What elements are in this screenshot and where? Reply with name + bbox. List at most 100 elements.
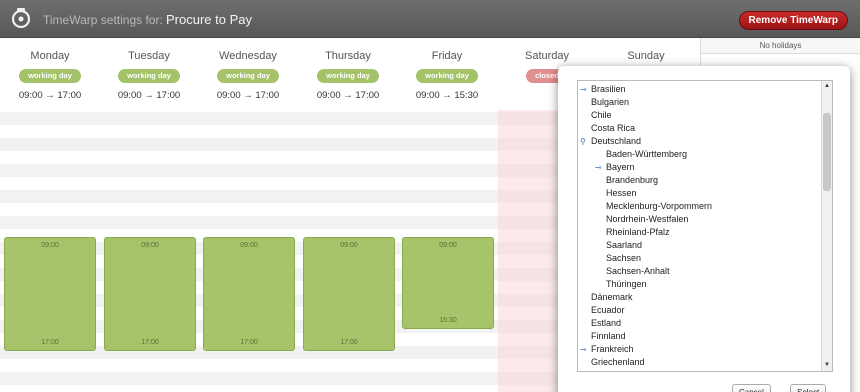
country-list-item[interactable]: Saarland — [578, 239, 712, 252]
day-name: Wednesday — [219, 50, 277, 62]
timewarp-clock-icon — [11, 8, 31, 29]
country-label: Deutschland — [591, 136, 642, 146]
scroll-thumb[interactable] — [823, 113, 831, 191]
country-list-item[interactable]: Mecklenburg-Vorpommern — [578, 200, 712, 213]
country-list-item[interactable]: Costa Rica — [578, 122, 712, 135]
country-list-item[interactable]: ⊸ Frankreich — [578, 343, 712, 356]
country-label: Nordrhein-Westfalen — [606, 214, 689, 224]
working-day-toggle[interactable]: working day — [317, 69, 379, 83]
expand-toggle-icon[interactable]: ⚲ — [580, 135, 586, 148]
country-label: Sachsen-Anhalt — [606, 266, 670, 276]
opening-hours: 09:00 → 17:00 — [117, 90, 181, 101]
country-label: Hessen — [606, 188, 637, 198]
hours-block-thursday[interactable]: 09:00 17:00 — [303, 237, 395, 351]
country-label: Chile — [591, 110, 612, 120]
list-scrollbar[interactable]: ▲ ▼ — [821, 81, 832, 371]
country-label: Ecuador — [591, 305, 625, 315]
day-name: Friday — [431, 50, 463, 62]
block-start-time: 09:00 — [240, 242, 258, 249]
country-list-item[interactable]: Sachsen-Anhalt — [578, 265, 712, 278]
process-title: Procure to Pay — [166, 12, 252, 27]
day-name: Thursday — [325, 50, 371, 62]
country-list-item[interactable]: Dänemark — [578, 291, 712, 304]
block-start-time: 09:00 — [141, 242, 159, 249]
working-day-toggle[interactable]: working day — [118, 69, 180, 83]
holiday-country-dialog: ⊸ Brasilien Bulgarien Chile Costa Rica ⚲ Deuts… — [558, 66, 850, 392]
settings-for-label: TimeWarp settings for: — [43, 13, 163, 27]
day-column-sunday: Sunday — [596, 38, 696, 62]
day-name: Saturday — [524, 50, 570, 62]
working-day-toggle[interactable]: working day — [19, 69, 81, 83]
expand-toggle-icon[interactable]: ⊸ — [580, 343, 587, 356]
country-list-item[interactable]: Finnland — [578, 330, 712, 343]
block-end-time: 17:00 — [141, 339, 159, 346]
country-list-item[interactable]: ⊸ Brasilien — [578, 83, 712, 96]
country-list-item[interactable]: Bulgarien — [578, 96, 712, 109]
hours-block-wednesday[interactable]: 09:00 17:00 — [203, 237, 295, 351]
country-label: Frankreich — [591, 344, 634, 354]
country-list-item[interactable]: Brandenburg — [578, 174, 712, 187]
hours-block-friday[interactable]: 09:00 15:30 — [402, 237, 494, 329]
country-list-item[interactable]: Baden-Württemberg — [578, 148, 712, 161]
block-end-time: 17:00 — [340, 339, 358, 346]
block-start-time: 09:00 — [439, 242, 457, 249]
country-list-item[interactable]: Nordrhein-Westfalen — [578, 213, 712, 226]
cancel-button[interactable]: Cancel — [732, 384, 771, 392]
day-column-friday: Friday working day 09:00 → 15:30 — [397, 38, 497, 101]
no-holidays-label: No holidays — [701, 38, 860, 54]
scroll-down-icon[interactable]: ▼ — [822, 360, 832, 371]
country-list-item[interactable]: Chile — [578, 109, 712, 122]
country-label: Griechenland — [591, 357, 645, 367]
country-label: Brandenburg — [606, 175, 659, 185]
day-column-thursday: Thursday working day 09:00 → 17:00 — [298, 38, 398, 101]
block-start-time: 09:00 — [41, 242, 59, 249]
country-label: Baden-Württemberg — [606, 149, 688, 159]
country-list-item[interactable]: Griechenland — [578, 356, 712, 369]
day-column-tuesday: Tuesday working day 09:00 → 17:00 — [99, 38, 199, 101]
opening-hours: 09:00 → 17:00 — [216, 90, 280, 101]
country-items: ⊸ Brasilien Bulgarien Chile Costa Rica ⚲ Deuts… — [578, 81, 712, 369]
country-list-item[interactable]: ⊸ Bayern — [578, 161, 712, 174]
working-day-toggle[interactable]: working day — [217, 69, 279, 83]
country-list-item[interactable]: ⚲ Deutschland — [578, 135, 712, 148]
day-column-wednesday: Wednesday working day 09:00 → 17:00 — [198, 38, 298, 101]
block-end-time: 17:00 — [240, 339, 258, 346]
country-label: Thüringen — [606, 279, 647, 289]
country-list-item[interactable]: Ecuador — [578, 304, 712, 317]
country-list-item[interactable]: Thüringen — [578, 278, 712, 291]
opening-hours: 09:00 → 15:30 — [415, 90, 479, 101]
country-label: Dänemark — [591, 292, 633, 302]
hours-block-monday[interactable]: 09:00 17:00 — [4, 237, 96, 351]
country-label: Bayern — [606, 162, 635, 172]
country-tree-list[interactable]: ⊸ Brasilien Bulgarien Chile Costa Rica ⚲ Deuts… — [577, 80, 833, 372]
country-list-item[interactable]: Hessen — [578, 187, 712, 200]
expand-toggle-icon[interactable]: ⊸ — [595, 161, 602, 174]
block-end-time: 15:30 — [439, 317, 457, 324]
country-list-item[interactable]: Rheinland-Pfalz — [578, 226, 712, 239]
country-label: Brasilien — [591, 84, 626, 94]
opening-hours: 09:00 → 17:00 — [316, 90, 380, 101]
country-list-item[interactable]: Sachsen — [578, 252, 712, 265]
expand-toggle-icon[interactable]: ⊸ — [580, 83, 587, 96]
hours-block-tuesday[interactable]: 09:00 17:00 — [104, 237, 196, 351]
weekend-shade — [498, 110, 560, 392]
day-name: Tuesday — [128, 50, 170, 62]
country-label: Costa Rica — [591, 123, 636, 133]
day-name: Sunday — [627, 50, 665, 62]
day-name: Monday — [30, 50, 70, 62]
block-start-time: 09:00 — [340, 242, 358, 249]
working-day-toggle[interactable]: working day — [416, 69, 478, 83]
country-label: Finnland — [591, 331, 626, 341]
remove-timewarp-button[interactable]: Remove TimeWarp — [738, 11, 848, 30]
country-label: Bulgarien — [591, 97, 630, 107]
country-list-item[interactable]: Estland — [578, 317, 712, 330]
scroll-up-icon[interactable]: ▲ — [822, 81, 832, 92]
app-header: TimeWarp settings for: Procure to Pay Re… — [0, 0, 860, 38]
block-end-time: 17:00 — [41, 339, 59, 346]
country-label: Estland — [591, 318, 622, 328]
day-column-monday: Monday working day 09:00 → 17:00 — [0, 38, 100, 101]
country-label: Saarland — [606, 240, 643, 250]
select-button[interactable]: Select — [790, 384, 827, 392]
opening-hours: 09:00 → 17:00 — [18, 90, 82, 101]
country-label: Sachsen — [606, 253, 642, 263]
